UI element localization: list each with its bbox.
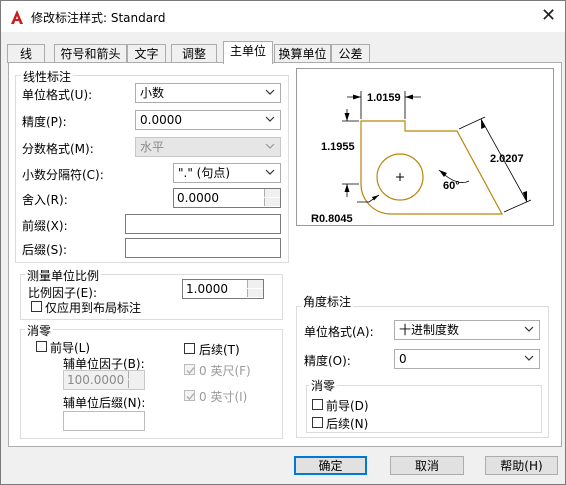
- decimal-separator-select[interactable]: "." (句点): [173, 163, 281, 183]
- linear-dimensions-title: 线性标注: [21, 68, 74, 85]
- ok-button[interactable]: 确定: [294, 456, 367, 475]
- chevron-down-icon: [524, 355, 534, 361]
- scale-factor-spinner[interactable]: 1.0000: [182, 279, 264, 299]
- prefix-label: 前缀(X):: [22, 219, 68, 233]
- tab-tolerances[interactable]: 公差: [331, 44, 370, 63]
- angular-trailing-label: 后续(N): [326, 417, 369, 431]
- cancel-button[interactable]: 取消: [390, 456, 464, 475]
- suffix-input[interactable]: [125, 238, 281, 258]
- chevron-down-icon: [265, 143, 275, 149]
- fraction-format-value: 水平: [140, 140, 165, 154]
- feet-zero-label: 0 英尺(F): [199, 364, 251, 378]
- angular-leading-label: 前导(D): [326, 399, 369, 413]
- dim-left-text: 1.1955: [321, 141, 355, 153]
- sub-unit-suffix-label: 辅单位后缀(N):: [63, 396, 146, 410]
- angular-leading-checkbox[interactable]: [312, 399, 323, 410]
- angular-precision-label: 精度(O):: [304, 354, 351, 368]
- angular-unit-format-label: 单位格式(A):: [304, 325, 374, 339]
- tab-fit[interactable]: 调整: [171, 44, 217, 63]
- close-icon[interactable]: ✕: [532, 1, 565, 32]
- checkmark-icon: [186, 393, 195, 400]
- tab-text[interactable]: 文字: [127, 44, 166, 63]
- title-bar: 修改标注样式: Standard ✕: [1, 1, 565, 32]
- spin-up-icon[interactable]: [247, 280, 263, 288]
- tab-symbols-arrows[interactable]: 符号和箭头: [54, 44, 127, 63]
- layout-only-checkbox[interactable]: [31, 301, 42, 312]
- round-off-label: 舍入(R):: [22, 193, 68, 207]
- unit-format-value: 小数: [140, 86, 165, 100]
- layout-only-label: 仅应用到布局标注: [45, 301, 142, 315]
- precision-label: 精度(P):: [22, 115, 67, 129]
- precision-select[interactable]: 0.0000: [135, 110, 281, 130]
- autocad-app-icon: [11, 10, 23, 24]
- trailing-zero-checkbox[interactable]: [184, 343, 195, 354]
- trailing-zero-label: 后续(T): [199, 343, 240, 357]
- prefix-input[interactable]: [125, 214, 281, 234]
- chevron-down-icon: [265, 89, 275, 95]
- spin-down-icon[interactable]: [128, 380, 144, 388]
- decimal-separator-value: "." (句点): [178, 166, 231, 180]
- chevron-down-icon: [265, 116, 275, 122]
- dim-top-text: 1.0159: [367, 92, 401, 104]
- angular-trailing-checkbox[interactable]: [312, 417, 323, 428]
- fraction-format-label: 分数格式(M):: [22, 142, 94, 156]
- angular-unit-format-select[interactable]: 十进制度数: [394, 320, 540, 340]
- spin-up-icon[interactable]: [128, 371, 144, 379]
- angular-zero-suppression-title: 消零: [309, 377, 338, 394]
- dialog-window: 修改标注样式: Standard ✕ 线 符号和箭头 文字 调整 主单位 换算单…: [0, 0, 566, 485]
- angular-precision-select[interactable]: 0: [394, 349, 540, 369]
- chevron-down-icon: [524, 326, 534, 332]
- inches-zero-label: 0 英寸(I): [199, 390, 248, 404]
- spin-down-icon[interactable]: [247, 289, 263, 297]
- unit-format-select[interactable]: 小数: [135, 83, 281, 103]
- decimal-separator-label: 小数分隔符(C):: [22, 168, 104, 182]
- fraction-format-select[interactable]: 水平: [135, 137, 281, 157]
- spin-down-icon[interactable]: [264, 198, 280, 206]
- sub-unit-factor-value: 100.0000: [67, 373, 125, 387]
- tab-alternate-units[interactable]: 换算单位: [274, 44, 331, 63]
- preview-drawing: 1.0159 1.1955 2.0207 60° R0.8045: [311, 91, 532, 225]
- checkmark-icon: [186, 367, 195, 374]
- tab-primary-units[interactable]: 主单位: [223, 41, 273, 64]
- tab-lines[interactable]: 线: [7, 44, 45, 63]
- sub-unit-suffix-input[interactable]: [63, 411, 145, 431]
- suffix-label: 后缀(S):: [22, 243, 68, 257]
- dimension-preview: 1.0159 1.1955 2.0207 60° R0.8045: [296, 68, 554, 226]
- inches-zero-checkbox[interactable]: [184, 390, 195, 401]
- leading-zero-checkbox[interactable]: [36, 341, 47, 352]
- leading-zero-label: 前导(L): [50, 341, 91, 355]
- feet-zero-checkbox[interactable]: [184, 364, 195, 375]
- scale-factor-value: 1.0000: [186, 282, 228, 296]
- help-button[interactable]: 帮助(H): [485, 456, 558, 475]
- zero-suppression-title: 消零: [25, 322, 54, 339]
- dim-angle-text: 60°: [443, 180, 460, 192]
- angular-dimensions-title: 角度标注: [301, 293, 354, 310]
- unit-format-label: 单位格式(U):: [22, 88, 93, 102]
- sub-unit-factor-spinner[interactable]: 100.0000: [63, 370, 145, 390]
- angular-unit-format-value: 十进制度数: [399, 323, 460, 337]
- round-off-spinner[interactable]: 0.0000: [173, 188, 281, 208]
- precision-value: 0.0000: [140, 113, 182, 127]
- angular-precision-value: 0: [399, 352, 407, 366]
- measurement-scale-title: 测量单位比例: [25, 267, 102, 284]
- dim-right-text: 2.0207: [490, 153, 524, 165]
- round-off-value: 0.0000: [177, 191, 219, 205]
- chevron-down-icon: [265, 169, 275, 175]
- spin-up-icon[interactable]: [264, 189, 280, 197]
- window-title: 修改标注样式: Standard: [31, 11, 166, 25]
- dim-radius-text: R0.8045: [311, 213, 353, 225]
